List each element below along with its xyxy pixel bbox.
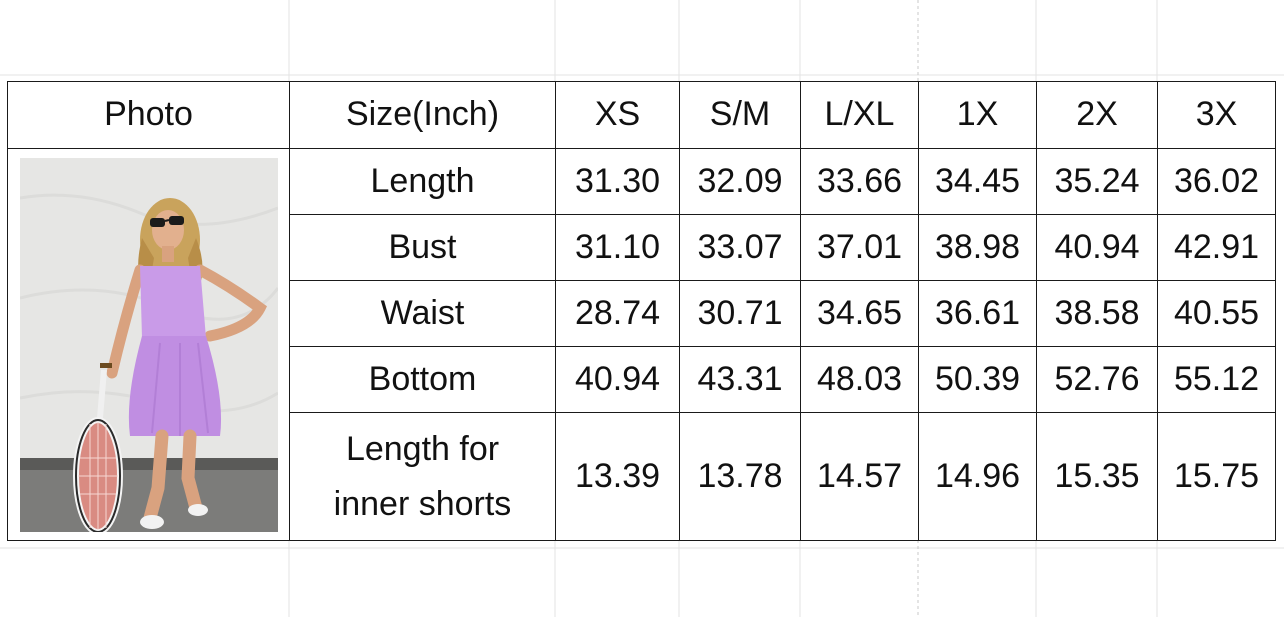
photo-header: Photo [7,81,290,149]
cell-waist-2x: 38.58 [1036,280,1158,347]
cell-bottom-3x: 55.12 [1157,346,1276,413]
cell-length-xs: 31.30 [555,148,680,215]
cell-inner-shorts-3x: 15.75 [1157,412,1276,541]
cell-waist-xs: 28.74 [555,280,680,347]
cell-waist-1x: 36.61 [918,280,1037,347]
cell-inner-shorts-sm: 13.78 [679,412,801,541]
size-sm-header: S/M [679,81,801,149]
cell-bust-2x: 40.94 [1036,214,1158,281]
cell-waist-3x: 40.55 [1157,280,1276,347]
cell-bust-lxl: 37.01 [800,214,919,281]
row-label-length: Length [289,148,556,215]
cell-length-sm: 32.09 [679,148,801,215]
cell-bottom-lxl: 48.03 [800,346,919,413]
cell-length-lxl: 33.66 [800,148,919,215]
row-label-bust: Bust [289,214,556,281]
cell-waist-lxl: 34.65 [800,280,919,347]
header-row: Photo Size(Inch) XS S/M L/XL 1X 2X 3X [7,81,1276,149]
table-row-length: Length 31.30 32.09 33.66 34.45 35.24 36.… [7,148,1276,541]
product-photo [19,157,278,532]
row-label-bottom: Bottom [289,346,556,413]
size-lxl-header: L/XL [800,81,919,149]
size-3x-header: 3X [1157,81,1276,149]
row-label-line-2: inner shorts [333,484,512,523]
cell-bottom-sm: 43.31 [679,346,801,413]
size-1x-header: 1X [918,81,1037,149]
cell-bust-xs: 31.10 [555,214,680,281]
cell-inner-shorts-lxl: 14.57 [800,412,919,541]
cell-bust-3x: 42.91 [1157,214,1276,281]
photo-cell [7,148,290,541]
size-header: Size(Inch) [289,81,556,149]
cell-waist-sm: 30.71 [679,280,801,347]
size-chart-table: Photo Size(Inch) XS S/M L/XL 1X 2X 3X Le… [7,81,1276,541]
cell-bust-sm: 33.07 [679,214,801,281]
row-label-line-1: Length for [345,430,500,469]
cell-inner-shorts-xs: 13.39 [555,412,680,541]
cell-bottom-xs: 40.94 [555,346,680,413]
row-label-inner-shorts: Length for inner shorts [289,412,556,541]
cell-inner-shorts-2x: 15.35 [1036,412,1158,541]
cell-length-3x: 36.02 [1157,148,1276,215]
cell-bottom-1x: 50.39 [918,346,1037,413]
cell-bottom-2x: 52.76 [1036,346,1158,413]
cell-length-2x: 35.24 [1036,148,1158,215]
row-label-waist: Waist [289,280,556,347]
cell-bust-1x: 38.98 [918,214,1037,281]
cell-inner-shorts-1x: 14.96 [918,412,1037,541]
size-xs-header: XS [555,81,680,149]
size-2x-header: 2X [1036,81,1158,149]
cell-length-1x: 34.45 [918,148,1037,215]
